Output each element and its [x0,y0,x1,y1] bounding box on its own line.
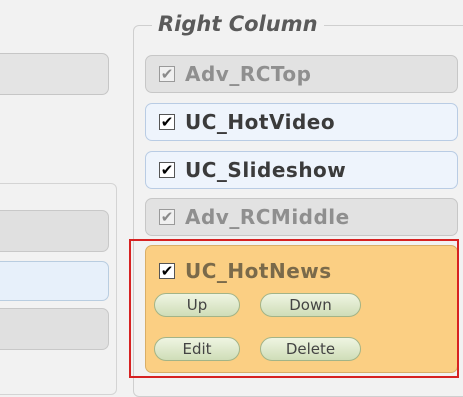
module-checkbox[interactable]: ✔ [159,114,175,130]
module-checkbox[interactable]: ✔ [159,209,175,225]
module-label: Adv_RCTop [185,62,312,86]
left-module-bar[interactable] [0,261,109,301]
module-label: UC_HotVideo [185,110,336,134]
left-module-bar[interactable] [0,210,109,252]
module-checkbox[interactable]: ✔ [159,162,175,178]
selection-highlight [129,239,459,378]
right-column-legend: Right Column [152,12,324,36]
left-module-bar[interactable] [0,308,109,350]
module-item-uc-slideshow[interactable]: ✔ UC_Slideshow [145,151,458,189]
module-label: Adv_RCMiddle [185,205,350,229]
module-item-adv-rcmiddle[interactable]: ✔ Adv_RCMiddle [145,198,458,236]
module-item-adv-rctop[interactable]: ✔ Adv_RCTop [145,55,458,93]
left-module-bar[interactable] [0,53,109,95]
module-checkbox[interactable]: ✔ [159,66,175,82]
module-item-uc-hotvideo[interactable]: ✔ UC_HotVideo [145,103,458,141]
module-label: UC_Slideshow [185,158,347,182]
